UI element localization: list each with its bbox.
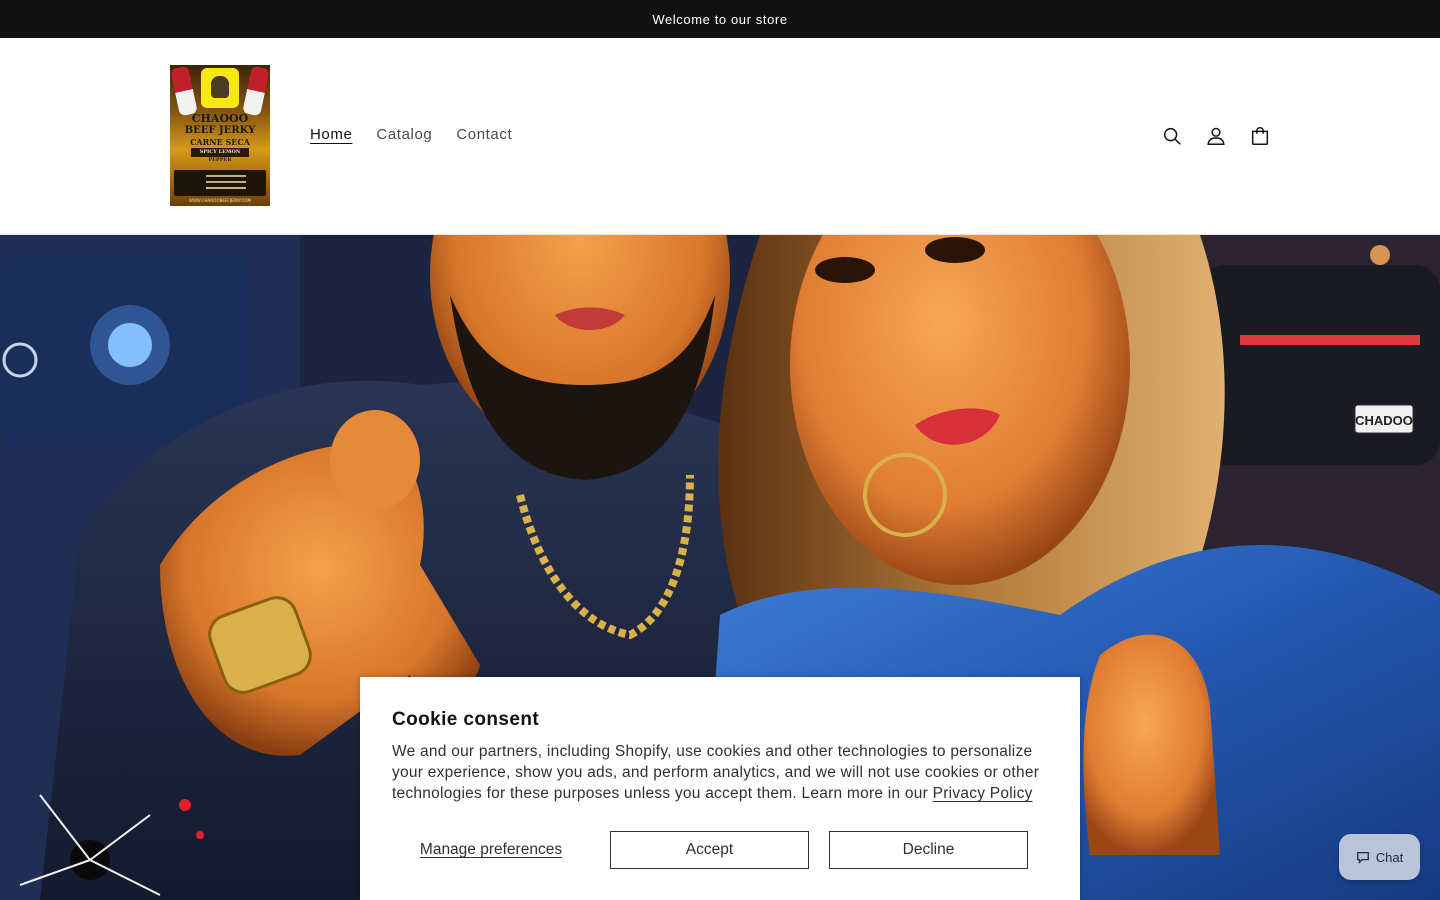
account-button[interactable] xyxy=(1194,118,1238,154)
right-car xyxy=(1200,265,1440,465)
decline-button[interactable]: Decline xyxy=(829,831,1028,869)
logo-flavor-text: SPICY LEMON xyxy=(191,148,249,157)
logo-subtitle-text: CARNE SECA xyxy=(190,137,250,147)
privacy-policy-link[interactable]: Privacy Policy xyxy=(933,785,1033,802)
chat-button[interactable]: Chat xyxy=(1339,834,1420,880)
announcement-bar: Welcome to our store xyxy=(0,0,1440,38)
car-plate-text: CHADOO xyxy=(1355,413,1413,428)
logo-flavor-text-2: PEPPER xyxy=(208,157,232,163)
logo-brand-text: CHAOOO xyxy=(191,112,249,125)
chat-bubble-icon xyxy=(1356,851,1369,864)
accept-button[interactable]: Accept xyxy=(610,831,809,869)
cookie-actions: Manage preferences Accept Decline xyxy=(392,831,1048,869)
woman-eye-left xyxy=(815,257,875,283)
suv-headlight-glow xyxy=(90,305,170,385)
man-pointing-finger xyxy=(330,410,420,510)
city-light-1 xyxy=(1370,245,1390,265)
chat-label: Chat xyxy=(1375,849,1404,865)
search-button[interactable] xyxy=(1150,118,1194,154)
nav-contact[interactable]: Contact xyxy=(444,122,524,147)
nav-home[interactable]: Home xyxy=(298,122,364,147)
cart-icon xyxy=(1251,127,1269,145)
cookie-body: We and our partners, including Shopify, … xyxy=(392,741,1048,804)
site-header: CHAOOO BEEF JERKY CARNE SECA SPICY LEMON… xyxy=(0,38,1440,235)
logo-website-text: WWW.CHAOOOBEEFJERKY.COM xyxy=(189,198,251,203)
search-icon xyxy=(1163,127,1181,145)
car-taillight xyxy=(1240,335,1420,345)
woman-eye-right xyxy=(925,237,985,263)
logo-product-text: BEEF JERKY xyxy=(184,125,256,136)
announcement-text: Welcome to our store xyxy=(652,11,788,27)
logo-info-box xyxy=(174,170,266,196)
main-nav: Home Catalog Contact xyxy=(298,122,524,147)
cookie-consent-banner: Cookie consent We and our partners, incl… xyxy=(360,677,1080,900)
account-icon xyxy=(1207,127,1225,145)
logo-snapcode xyxy=(201,68,239,108)
cookie-title: Cookie consent xyxy=(392,709,540,730)
logo-axe-right xyxy=(242,65,270,117)
header-icons xyxy=(1150,118,1282,154)
store-logo[interactable]: CHAOOO BEEF JERKY CARNE SECA SPICY LEMON… xyxy=(170,65,270,206)
logo-axe-left xyxy=(170,65,198,117)
manage-preferences-button[interactable]: Manage preferences xyxy=(392,831,590,869)
cart-button[interactable] xyxy=(1238,118,1282,154)
nav-catalog[interactable]: Catalog xyxy=(364,122,444,147)
